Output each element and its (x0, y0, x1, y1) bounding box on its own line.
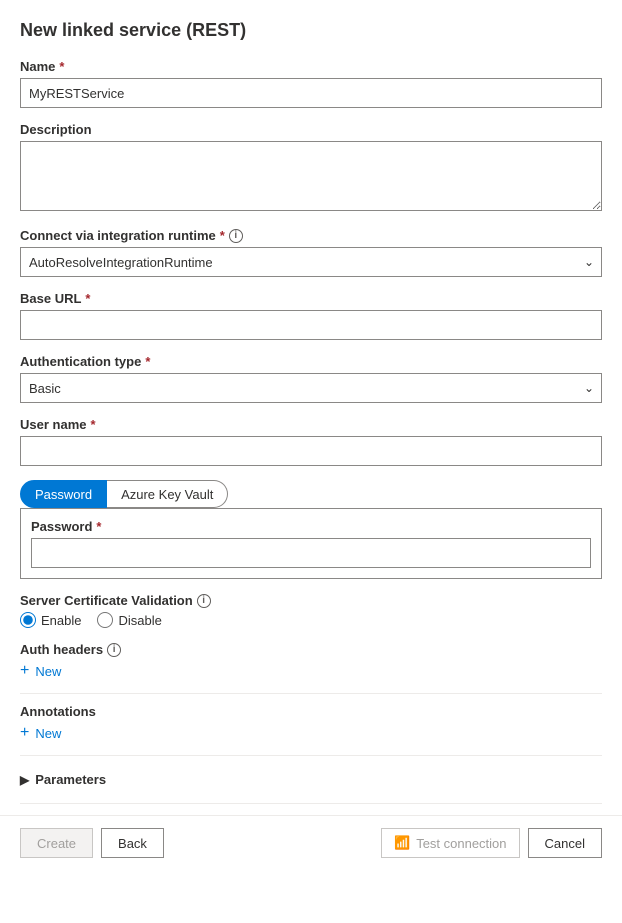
password-section: Password * (20, 508, 602, 579)
name-input[interactable] (20, 78, 602, 108)
description-label: Description (20, 122, 602, 137)
disable-radio[interactable] (97, 612, 113, 628)
server-cert-info-icon[interactable]: i (197, 594, 211, 608)
cancel-button[interactable]: Cancel (528, 828, 602, 858)
page-title: New linked service (REST) (20, 20, 602, 41)
divider-1 (20, 693, 602, 694)
back-button[interactable]: Back (101, 828, 164, 858)
name-field-group: Name * (20, 59, 602, 108)
annotations-new-label: New (35, 726, 61, 741)
annotations-label: Annotations (20, 704, 602, 719)
username-field-group: User name * (20, 417, 602, 466)
divider-2 (20, 755, 602, 756)
password-tab-button[interactable]: Password (20, 480, 107, 508)
test-connection-label: Test connection (416, 836, 506, 851)
parameters-label: Parameters (35, 772, 106, 787)
username-required: * (90, 417, 95, 432)
integration-runtime-field-group: Connect via integration runtime * i Auto… (20, 228, 602, 277)
parameters-chevron-icon: ▶ (20, 773, 29, 787)
auth-headers-new-label: New (35, 664, 61, 679)
server-cert-field-group: Server Certificate Validation i Enable D… (20, 593, 602, 628)
auth-headers-info-icon[interactable]: i (107, 643, 121, 657)
server-cert-label: Server Certificate Validation i (20, 593, 602, 608)
disable-label: Disable (118, 613, 161, 628)
password-label: Password * (31, 519, 591, 534)
password-required: * (96, 519, 101, 534)
annotations-plus-icon: + (20, 725, 29, 741)
auth-headers-field-group: Auth headers i + New (20, 642, 602, 679)
auth-headers-label: Auth headers i (20, 642, 602, 657)
auth-type-field-group: Authentication type * Basic ⌄ (20, 354, 602, 403)
ir-required: * (220, 228, 225, 243)
name-required: * (59, 59, 64, 74)
auth-type-label: Authentication type * (20, 354, 602, 369)
annotations-field-group: Annotations + New (20, 704, 602, 741)
base-url-required: * (85, 291, 90, 306)
enable-radio-option[interactable]: Enable (20, 612, 81, 628)
server-cert-radio-group: Enable Disable (20, 612, 602, 628)
auth-type-required: * (145, 354, 150, 369)
disable-radio-option[interactable]: Disable (97, 612, 161, 628)
description-input[interactable] (20, 141, 602, 211)
auth-headers-add-new[interactable]: + New (20, 663, 602, 679)
password-toggle-row: Password Azure Key Vault (20, 480, 602, 508)
description-field-group: Description (20, 122, 602, 214)
password-input[interactable] (31, 538, 591, 568)
test-connection-icon: 📶 (394, 835, 410, 851)
base-url-label: Base URL * (20, 291, 602, 306)
integration-runtime-select-wrapper: AutoResolveIntegrationRuntime ⌄ (20, 247, 602, 277)
divider-3 (20, 803, 602, 804)
base-url-input[interactable] (20, 310, 602, 340)
username-input[interactable] (20, 436, 602, 466)
annotations-add-new[interactable]: + New (20, 725, 602, 741)
ir-info-icon[interactable]: i (229, 229, 243, 243)
footer: Create Back 📶 Test connection Cancel (0, 815, 622, 870)
auth-headers-plus-icon: + (20, 663, 29, 679)
integration-runtime-select[interactable]: AutoResolveIntegrationRuntime (20, 247, 602, 277)
username-label: User name * (20, 417, 602, 432)
enable-radio[interactable] (20, 612, 36, 628)
parameters-row[interactable]: ▶ Parameters (20, 766, 602, 793)
name-label: Name * (20, 59, 602, 74)
azure-key-vault-tab-button[interactable]: Azure Key Vault (107, 480, 228, 508)
password-toggle-group: Password Azure Key Vault Password * (20, 480, 602, 579)
base-url-field-group: Base URL * (20, 291, 602, 340)
enable-label: Enable (41, 613, 81, 628)
auth-type-select[interactable]: Basic (20, 373, 602, 403)
test-connection-button[interactable]: 📶 Test connection (381, 828, 520, 858)
create-button[interactable]: Create (20, 828, 93, 858)
integration-runtime-label: Connect via integration runtime * i (20, 228, 602, 243)
auth-type-select-wrapper: Basic ⌄ (20, 373, 602, 403)
